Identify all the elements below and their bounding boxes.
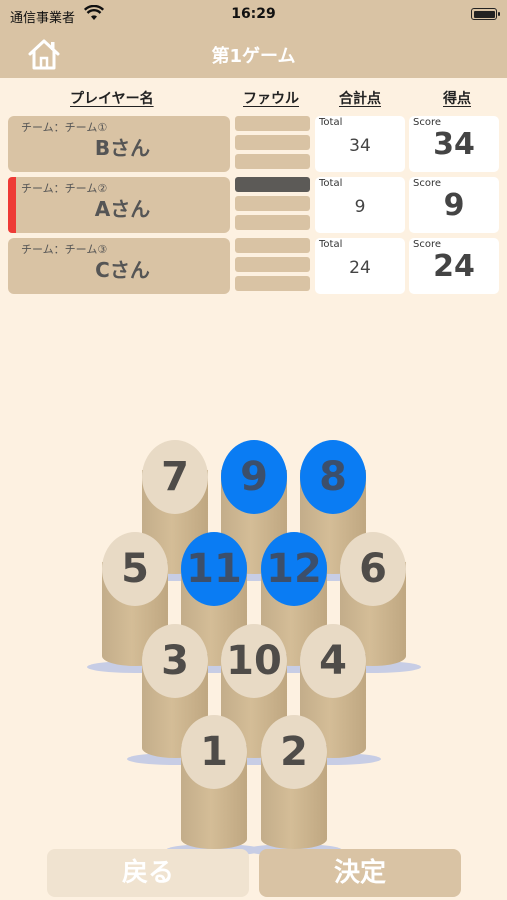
total-caption: Total xyxy=(319,239,343,250)
player-name: Cさん xyxy=(95,258,150,282)
header-foul: ファウル xyxy=(243,91,299,107)
pin-number: 4 xyxy=(319,638,347,684)
foul-slot[interactable] xyxy=(235,276,310,291)
pin-number: 2 xyxy=(280,729,308,775)
total-box: Total 9 xyxy=(315,177,405,233)
player-row: チーム：チーム② Aさん Total 9 Score 9 xyxy=(0,177,507,235)
player-row: チーム：チーム③ Cさん Total 24 Score 24 xyxy=(0,238,507,296)
foul-slot[interactable] xyxy=(235,154,310,169)
pin-number: 9 xyxy=(240,454,268,500)
foul-slot[interactable] xyxy=(235,257,310,272)
total-value: 9 xyxy=(354,197,366,217)
score-value: 34 xyxy=(433,127,475,162)
total-caption: Total xyxy=(319,117,343,128)
player-name: Bさん xyxy=(94,136,151,160)
confirm-button[interactable]: 決定 xyxy=(259,849,461,897)
pin-2[interactable]: 2 xyxy=(246,715,342,860)
foul-slot[interactable] xyxy=(235,135,310,150)
score-box: Score 9 xyxy=(409,177,499,233)
pin-number: 6 xyxy=(359,546,387,592)
player-row: チーム：チーム① Bさん Total 34 Score 34 xyxy=(0,116,507,174)
battery-icon xyxy=(471,8,500,20)
header-player-name: プレイヤー名 xyxy=(70,91,154,107)
foul-slot[interactable] xyxy=(235,238,310,253)
pin-1[interactable]: 1 xyxy=(166,715,262,860)
score-value: 24 xyxy=(433,249,475,284)
total-caption: Total xyxy=(319,178,343,189)
header-score: 得点 xyxy=(443,91,471,107)
page-title: 第1ゲーム xyxy=(211,46,296,67)
pin-number: 5 xyxy=(121,546,149,592)
score-box: Score 34 xyxy=(409,116,499,172)
total-box: Total 34 xyxy=(315,116,405,172)
player-name: Aさん xyxy=(94,197,151,221)
pin-number: 12 xyxy=(266,546,322,592)
pin-number: 1 xyxy=(200,729,228,775)
pin-number: 8 xyxy=(319,454,347,500)
foul-slot[interactable] xyxy=(235,196,310,211)
pin-number: 7 xyxy=(161,454,189,500)
status-bar: 通信事業者 16:29 xyxy=(0,0,507,30)
total-value: 24 xyxy=(349,258,371,278)
back-button[interactable]: 戻る xyxy=(47,849,249,897)
status-time: 16:29 xyxy=(231,6,276,22)
foul-slot[interactable] xyxy=(235,177,310,192)
nav-bar: 第1ゲーム xyxy=(0,30,507,78)
total-value: 34 xyxy=(349,136,371,156)
score-box: Score 24 xyxy=(409,238,499,294)
foul-slot[interactable] xyxy=(235,116,310,131)
score-value: 9 xyxy=(443,188,465,223)
pin-number: 3 xyxy=(161,638,189,684)
total-box: Total 24 xyxy=(315,238,405,294)
pin-number: 10 xyxy=(226,638,282,684)
pin-number: 11 xyxy=(186,546,242,592)
foul-slot[interactable] xyxy=(235,215,310,230)
header-total: 合計点 xyxy=(339,91,381,107)
